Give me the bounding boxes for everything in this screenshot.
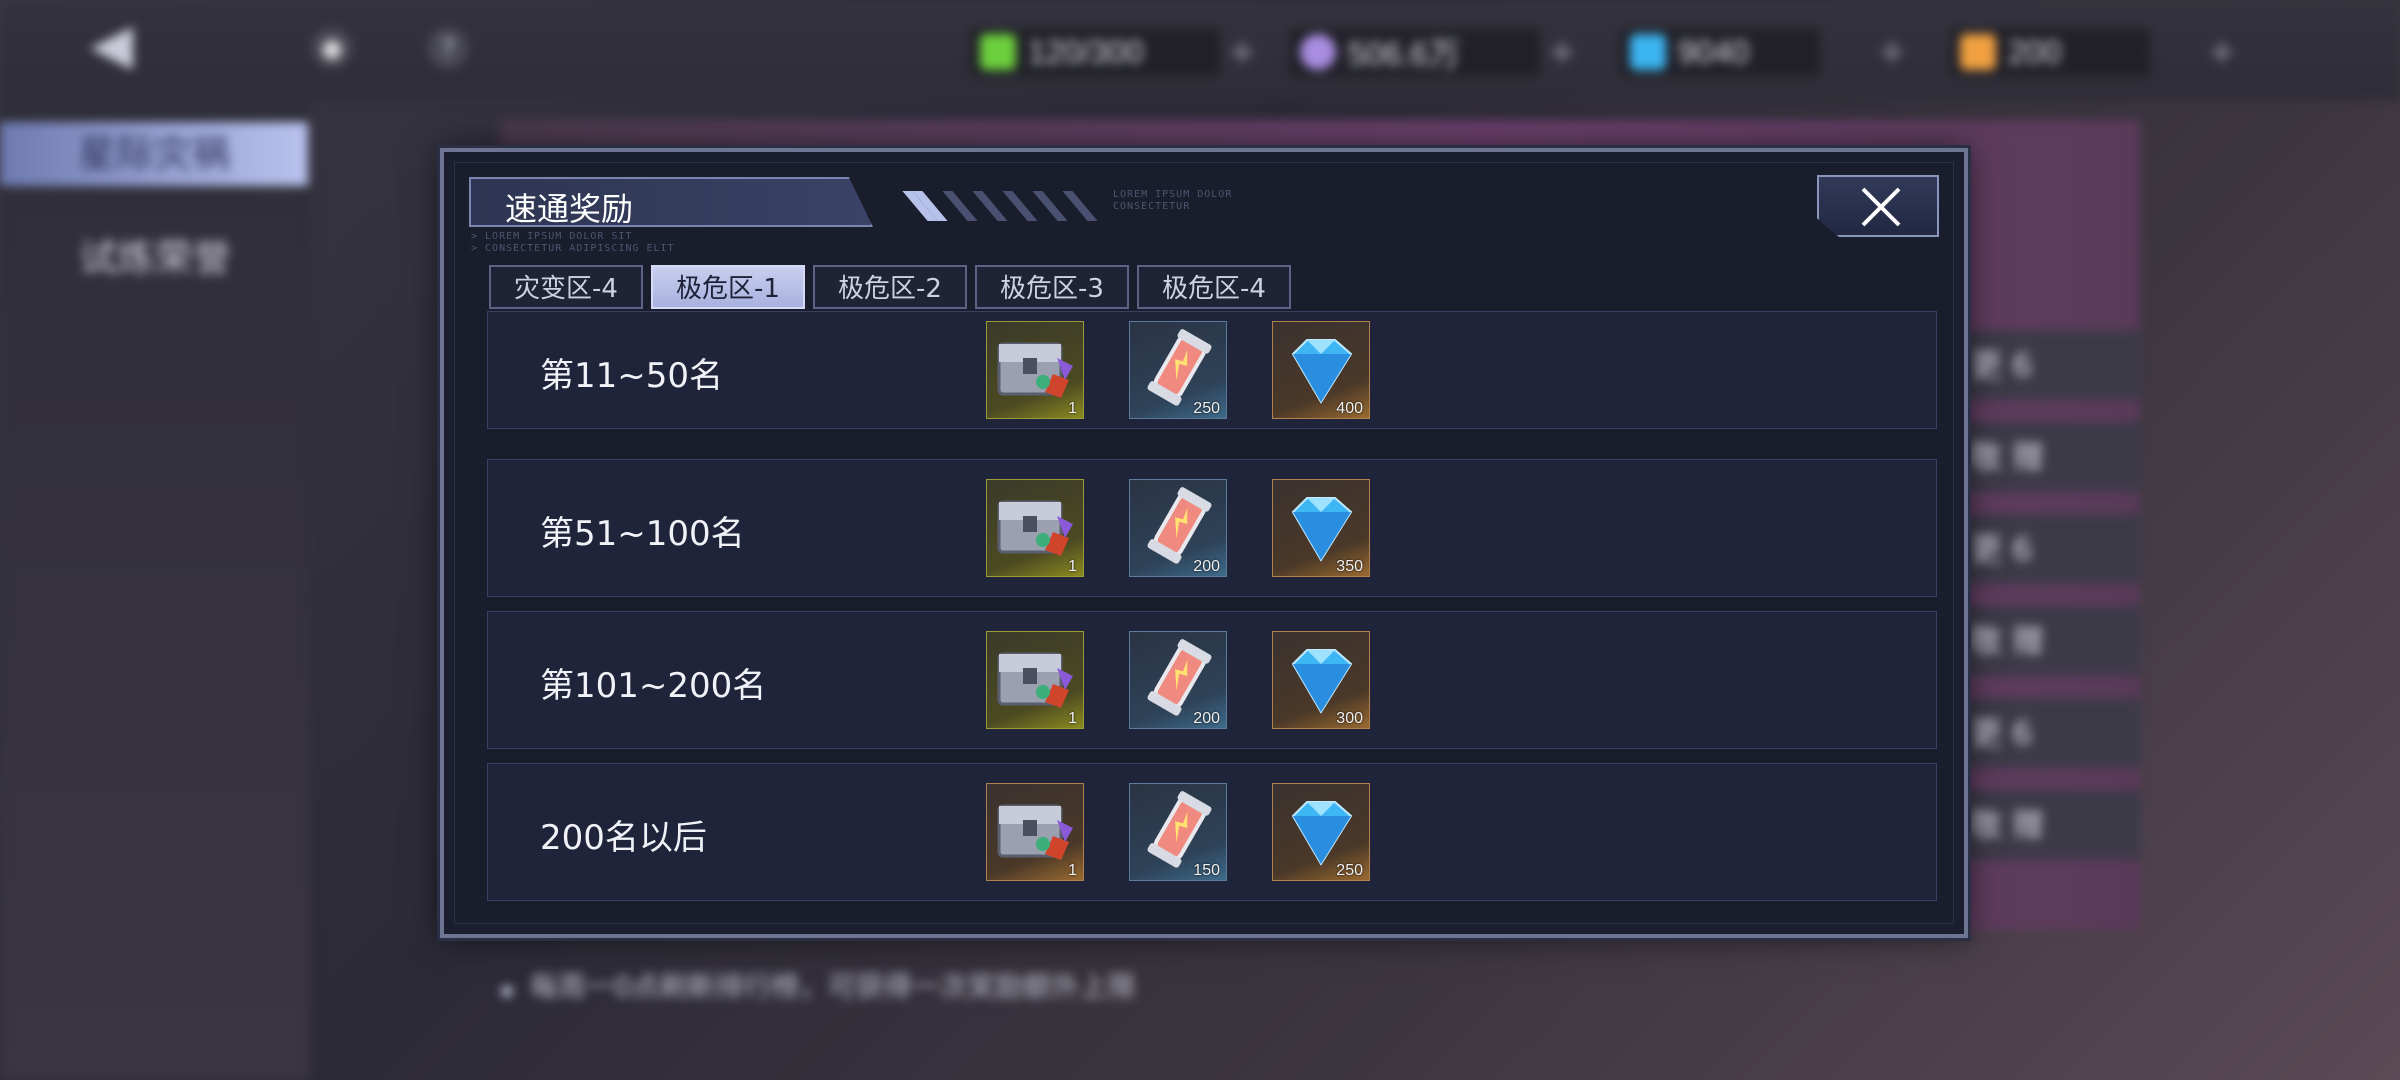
list-item: 更 6 <box>1960 514 2140 584</box>
decorative-lorem-text: > LOREM IPSUM DOLOR SIT > CONSECTETUR AD… <box>471 231 675 254</box>
reward-count: 250 <box>1336 862 1363 879</box>
close-icon <box>1861 187 1901 227</box>
reward-item[interactable]: 200 <box>1129 479 1227 577</box>
top-bar: ◀ ● ? 120/300 + 506.6万 + 9040 + 200 + <box>0 0 2400 100</box>
decorative-stripes <box>902 191 1103 221</box>
reward-count: 200 <box>1193 558 1220 575</box>
reward-count: 150 <box>1193 862 1220 879</box>
back-arrow-icon[interactable]: ◀ <box>90 17 170 73</box>
list-item: 更 6 <box>1960 330 2140 400</box>
reward-count: 250 <box>1193 400 1220 417</box>
add-stamina-button[interactable]: + <box>1224 34 1260 70</box>
tab-zone[interactable]: 极危区-2 <box>813 265 967 309</box>
energy-bottle-icon <box>980 34 1016 70</box>
reward-count: 1 <box>1068 710 1077 727</box>
reward-row: 第11~50名 1 250 400 <box>487 311 1937 429</box>
resource-gold: 506.6万 + <box>1290 28 1576 76</box>
reward-item[interactable]: 1 <box>986 631 1084 729</box>
reward-count: 1 <box>1068 558 1077 575</box>
reward-item[interactable]: 250 <box>1272 783 1370 881</box>
reward-item[interactable]: 300 <box>1272 631 1370 729</box>
reward-count: 300 <box>1336 710 1363 727</box>
rank-label: 第51~100名 <box>540 514 745 554</box>
tab-zone[interactable]: 极危区-3 <box>975 265 1129 309</box>
reward-row: 200名以后 1 150 250 <box>487 763 1937 901</box>
tab-zone[interactable]: 灾变区-4 <box>489 265 643 309</box>
decorative-lorem-text: LOREM IPSUM DOLOR CONSECTETUR <box>1113 189 1233 212</box>
add-tickets-button[interactable]: + <box>2204 34 2240 70</box>
sidebar-item-trial-honor[interactable]: 试炼荣誉 <box>0 226 310 290</box>
reward-item[interactable]: 200 <box>1129 631 1227 729</box>
reward-item[interactable]: 1 <box>986 783 1084 881</box>
background-list: 更 6 敬 赠 更 6 敬 赠 更 6 敬 赠 <box>1960 330 2140 930</box>
list-item: 敬 赠 <box>1960 790 2140 860</box>
blue-diamond-icon <box>1630 34 1666 70</box>
reward-row: 第101~200名 1 200 300 <box>487 611 1937 749</box>
speed-reward-dialog: 速通奖励 LOREM IPSUM DOLOR CONSECTETUR > LOR… <box>440 148 1968 938</box>
ticket-icon <box>1960 34 1996 70</box>
add-gold-button[interactable]: + <box>1544 34 1580 70</box>
sidebar: 星际灾祸 试炼荣誉 <box>0 100 310 1080</box>
resource-value: 120/300 <box>1028 33 1144 70</box>
reward-count: 1 <box>1068 862 1077 879</box>
refresh-note: 每周一0点刷新排行榜，可获得一次奖励额外上限 <box>500 965 1136 1005</box>
add-gems-button[interactable]: + <box>1874 34 1910 70</box>
rank-label: 200名以后 <box>540 818 707 858</box>
list-item: 更 6 <box>1960 698 2140 768</box>
reward-count: 1 <box>1068 400 1077 417</box>
zone-tabs: 灾变区-4 极危区-1 极危区-2 极危区-3 极危区-4 <box>489 265 1291 309</box>
reward-item[interactable]: 250 <box>1129 321 1227 419</box>
reward-count: 350 <box>1336 558 1363 575</box>
reward-count: 400 <box>1336 400 1363 417</box>
tab-zone[interactable]: 极危区-4 <box>1137 265 1291 309</box>
rank-label: 第101~200名 <box>540 666 767 706</box>
crystal-ball-icon <box>1300 34 1336 70</box>
resource-value: 9040 <box>1678 33 1750 70</box>
reward-item[interactable]: 350 <box>1272 479 1370 577</box>
reward-item[interactable]: 150 <box>1129 783 1227 881</box>
resource-value: 506.6万 <box>1348 36 1461 72</box>
reward-item[interactable]: 400 <box>1272 321 1370 419</box>
tab-zone-active[interactable]: 极危区-1 <box>651 265 805 309</box>
settings-icon[interactable]: ● <box>312 28 352 68</box>
reward-count: 200 <box>1193 710 1220 727</box>
resource-stamina: 120/300 + <box>970 28 1256 76</box>
reward-row: 第51~100名 1 200 350 <box>487 459 1937 597</box>
close-button[interactable] <box>1817 175 1939 237</box>
list-item: 敬 赠 <box>1960 606 2140 676</box>
reward-item[interactable]: 1 <box>986 321 1084 419</box>
reward-item[interactable]: 1 <box>986 479 1084 577</box>
list-item: 敬 赠 <box>1960 422 2140 492</box>
dialog-title: 速通奖励 <box>505 190 634 228</box>
resource-value: 200 <box>2008 33 2062 70</box>
sidebar-item-star-disaster[interactable]: 星际灾祸 <box>0 122 308 186</box>
dialog-title-tab: 速通奖励 <box>469 177 873 227</box>
rank-label: 第11~50名 <box>540 356 724 396</box>
help-icon[interactable]: ? <box>428 28 468 68</box>
dialog-body: 速通奖励 LOREM IPSUM DOLOR CONSECTETUR > LOR… <box>454 162 1954 924</box>
resource-gems: 9040 + <box>1620 28 1906 76</box>
resource-tickets: 200 + <box>1950 28 2236 76</box>
